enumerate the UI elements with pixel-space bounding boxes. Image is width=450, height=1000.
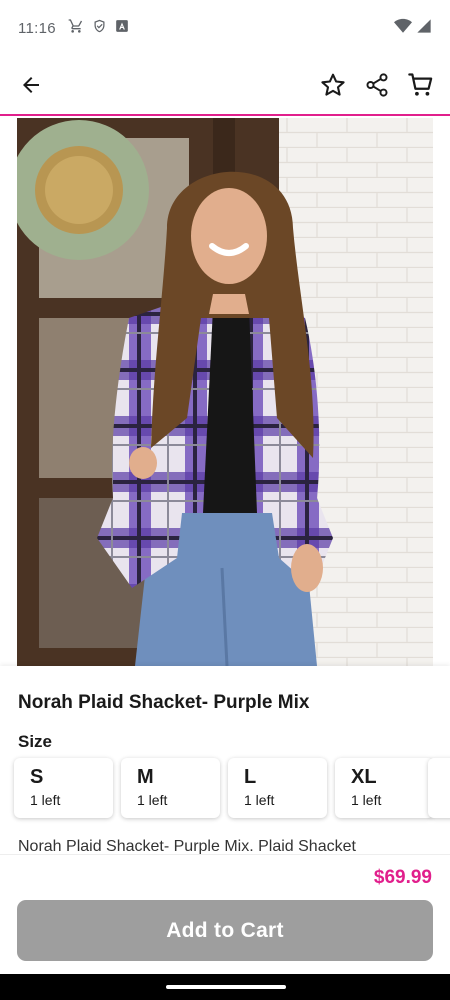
star-outline-icon (321, 73, 345, 96)
gesture-handle[interactable] (166, 985, 286, 989)
app-bar-actions (318, 70, 436, 100)
size-option-m[interactable]: M 1 left (121, 758, 220, 818)
status-system-icons (394, 18, 432, 38)
app-bar (0, 56, 450, 116)
size-stock: 1 left (30, 792, 61, 808)
share-icon (366, 73, 388, 97)
system-nav-bar (0, 974, 450, 1000)
status-notification-icons (68, 18, 129, 38)
a-box-icon (115, 19, 129, 37)
size-label: Size (18, 732, 53, 751)
size-options: S 1 left M 1 left L 1 left XL 1 left (14, 758, 434, 818)
product-info: Norah Plaid Shacket- Purple Mix Size S 1… (0, 666, 450, 855)
size-stock: 1 left (137, 792, 168, 808)
product-image[interactable] (17, 118, 433, 666)
size-name: L (244, 766, 257, 788)
size-option-l[interactable]: L 1 left (228, 758, 327, 818)
signal-icon (416, 18, 432, 38)
product-title: Norah Plaid Shacket- Purple Mix (18, 692, 310, 713)
purchase-footer: $69.99 Add to Cart (0, 854, 450, 974)
price: $69.99 (373, 867, 432, 888)
size-stock: 1 left (351, 792, 382, 808)
shield-icon (92, 18, 107, 38)
cart-icon (68, 18, 84, 38)
favorite-button[interactable] (318, 70, 348, 100)
back-button[interactable] (14, 68, 48, 102)
size-name: S (30, 766, 44, 788)
back-arrow-icon (23, 77, 39, 93)
cart-icon (408, 73, 433, 96)
size-option-xl[interactable]: XL 1 left (335, 758, 434, 818)
status-bar: 11:16 (0, 0, 450, 56)
size-stock: 1 left (244, 792, 275, 808)
wifi-icon (394, 18, 412, 38)
add-to-cart-button[interactable]: Add to Cart (17, 900, 433, 961)
share-button[interactable] (362, 70, 392, 100)
size-option-s[interactable]: S 1 left (14, 758, 113, 818)
size-option-more[interactable] (428, 758, 450, 818)
status-time: 11:16 (18, 19, 56, 37)
size-name: XL (351, 766, 377, 788)
size-name: M (137, 766, 154, 788)
cart-button[interactable] (406, 70, 436, 100)
